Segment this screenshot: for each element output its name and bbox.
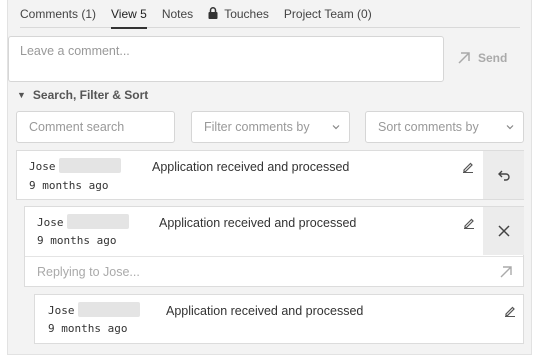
comment-text: Application received and processed <box>152 160 350 174</box>
reply-button[interactable] <box>483 151 524 199</box>
redacted-name <box>67 214 129 229</box>
reply-icon <box>497 170 510 181</box>
comment-card: Jose 9 months ago Application received a… <box>16 150 524 200</box>
comment-author: Jose <box>37 216 64 229</box>
comment-author: Jose <box>48 304 75 317</box>
comment-search-input[interactable]: Comment search <box>16 111 175 143</box>
redacted-name <box>59 158 121 173</box>
sort-comments-select[interactable]: Sort comments by <box>365 111 524 143</box>
tab-touches-label: Touches <box>224 6 269 21</box>
lock-icon <box>208 6 218 19</box>
sort-comments-placeholder: Sort comments by <box>378 120 479 134</box>
chevron-down-icon: ▼ <box>17 90 26 100</box>
redacted-name <box>78 302 140 317</box>
comment-search-placeholder: Comment search <box>29 120 125 134</box>
comment-input[interactable]: Leave a comment... <box>8 36 444 82</box>
pencil-icon[interactable] <box>504 305 516 317</box>
chevron-down-icon <box>332 125 340 130</box>
search-section-title: Search, Filter & Sort <box>32 88 149 102</box>
close-icon <box>497 225 510 237</box>
reply-row: Replying to Jose... <box>25 256 523 286</box>
comment-time: 9 months ago <box>37 234 117 247</box>
tab-notes[interactable]: Notes <box>162 0 193 28</box>
tab-touches[interactable]: Touches <box>208 0 269 28</box>
comment-card: Jose 9 months ago Application received a… <box>34 294 524 344</box>
arrow-up-right-icon <box>458 52 470 64</box>
arrow-up-right-icon[interactable] <box>499 265 513 279</box>
cancel-reply-button[interactable] <box>483 207 524 255</box>
comment-author: Jose <box>29 160 56 173</box>
comment-text: Application received and processed <box>166 304 364 318</box>
tab-project-team[interactable]: Project Team (0) <box>284 0 372 28</box>
filter-comments-placeholder: Filter comments by <box>204 120 310 134</box>
chevron-down-icon <box>506 125 514 130</box>
send-label: Send <box>478 51 508 65</box>
tab-view[interactable]: View 5 <box>111 0 147 29</box>
pencil-icon[interactable] <box>462 161 474 173</box>
pencil-icon[interactable] <box>463 217 475 229</box>
search-section-toggle[interactable]: ▼ Search, Filter & Sort <box>17 88 148 102</box>
tab-comments[interactable]: Comments (1) <box>20 0 96 28</box>
tab-bar: Comments (1) View 5 Notes Touches Projec… <box>20 0 520 29</box>
comment-card: Jose 9 months ago Application received a… <box>24 206 524 287</box>
reply-input[interactable]: Replying to Jose... <box>37 265 140 279</box>
comment-time: 9 months ago <box>29 179 109 192</box>
comments-panel: Comments (1) View 5 Notes Touches Projec… <box>7 0 532 355</box>
comment-time: 9 months ago <box>48 322 128 335</box>
filter-comments-select[interactable]: Filter comments by <box>191 111 350 143</box>
send-button[interactable]: Send <box>457 43 527 73</box>
comment-text: Application received and processed <box>159 216 357 230</box>
